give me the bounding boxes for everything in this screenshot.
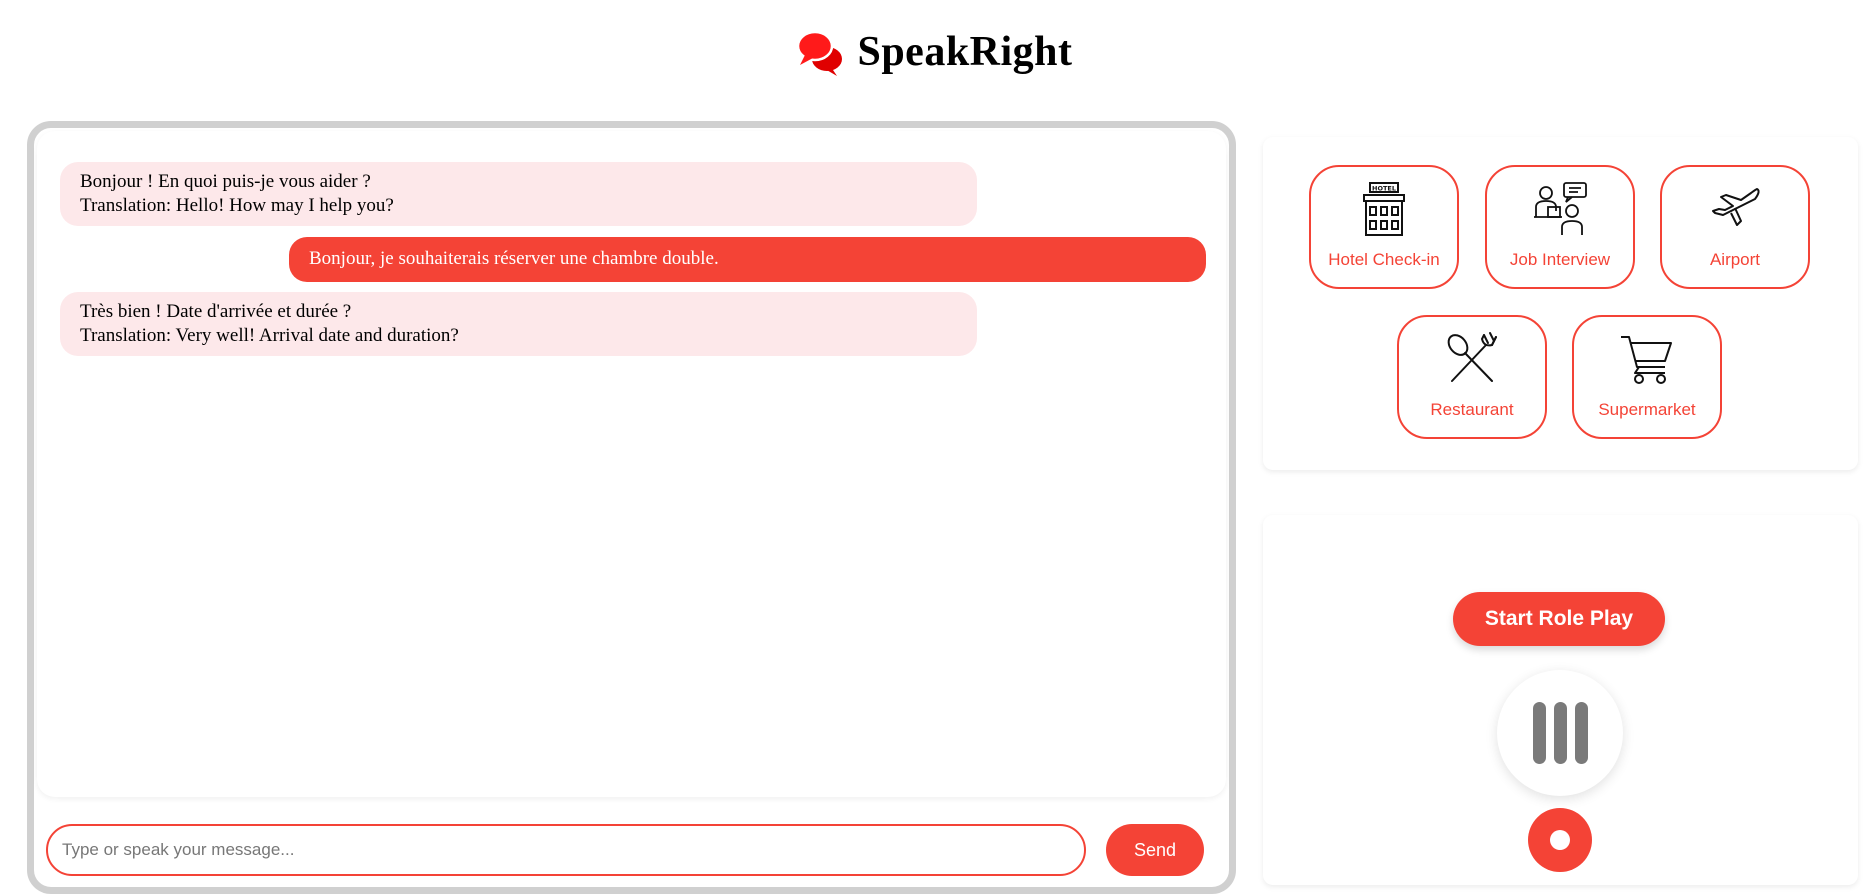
bot-message: Très bien ! Date d'arrivée et durée ? Tr… xyxy=(60,292,977,356)
shopping-cart-icon xyxy=(1621,336,1672,384)
fork-spoon-icon xyxy=(1447,332,1497,382)
message-input-row: Send xyxy=(46,824,1226,876)
scenario-hotel-check-in[interactable]: HOTEL Hotel Check-in xyxy=(1309,165,1459,289)
record-button[interactable] xyxy=(1528,808,1592,872)
scenario-label: Airport xyxy=(1709,250,1761,269)
speech-bubbles-icon xyxy=(797,30,843,76)
chat-panel: Bonjour ! En quoi puis-je vous aider ? T… xyxy=(27,121,1236,894)
start-role-play-button[interactable]: Start Role Play xyxy=(1453,592,1665,646)
airplane-icon xyxy=(1712,188,1760,226)
message-text: Bonjour ! En quoi puis-je vous aider ? xyxy=(80,171,371,192)
app-title: SpeakRight xyxy=(857,29,1073,75)
scenario-label: Job Interview xyxy=(1509,250,1611,269)
job-interview-icon xyxy=(1534,182,1587,235)
user-message: Bonjour, je souhaiterais réserver une ch… xyxy=(289,237,1206,282)
scenario-airport[interactable]: Airport xyxy=(1660,165,1810,289)
message-translation: Translation: Very well! Arrival date and… xyxy=(80,325,459,346)
scenario-panel: HOTEL Hotel Check-in Job Interview Airpo… xyxy=(1263,137,1858,470)
scenario-label: Restaurant xyxy=(1430,400,1514,419)
app-header: SpeakRight xyxy=(0,24,1868,80)
record-icon xyxy=(1550,830,1570,850)
hotel-icon: HOTEL xyxy=(1363,182,1405,236)
scenario-job-interview[interactable]: Job Interview xyxy=(1485,165,1635,289)
message-input[interactable] xyxy=(46,824,1086,876)
audio-bars-icon[interactable] xyxy=(1497,670,1623,796)
audio-bar xyxy=(1553,702,1567,764)
scenario-supermarket[interactable]: Supermarket xyxy=(1572,315,1722,439)
message-text: Très bien ! Date d'arrivée et durée ? xyxy=(80,301,352,322)
audio-bar xyxy=(1532,702,1546,764)
message-text: Bonjour, je souhaiterais réserver une ch… xyxy=(309,248,719,269)
bot-message: Bonjour ! En quoi puis-je vous aider ? T… xyxy=(60,162,977,226)
send-button[interactable]: Send xyxy=(1106,824,1204,876)
message-translation: Translation: Hello! How may I help you? xyxy=(80,195,394,216)
scenario-label: Supermarket xyxy=(1598,400,1696,419)
hotel-sign-text: HOTEL xyxy=(1372,185,1396,193)
control-panel: Start Role Play xyxy=(1263,515,1858,885)
scenario-label: Hotel Check-in xyxy=(1328,250,1440,269)
message-list: Bonjour ! En quoi puis-je vous aider ? T… xyxy=(37,131,1226,797)
audio-bar xyxy=(1574,702,1588,764)
scenario-restaurant[interactable]: Restaurant xyxy=(1397,315,1547,439)
